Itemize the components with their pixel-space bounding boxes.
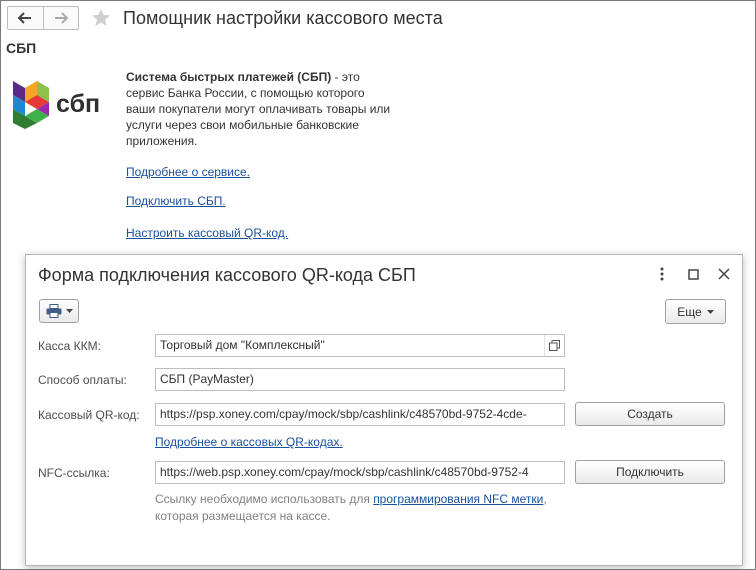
create-button[interactable]: Создать [575, 402, 725, 426]
more-button-label: Еще [677, 304, 702, 319]
back-button[interactable] [8, 7, 43, 29]
back-arrow-icon [18, 12, 32, 24]
sbp-logo-mark: сбп [13, 81, 100, 129]
chevron-down-icon [706, 309, 714, 314]
dialog-title: Форма подключения кассового QR-кода СБП [38, 265, 416, 285]
kkm-field[interactable]: Торговый дом "Комплексный" [155, 334, 565, 357]
payment-method-field[interactable]: СБП (PayMaster) [155, 368, 565, 391]
maximize-icon [687, 268, 699, 280]
connect-sbp-link[interactable]: Подключить СБП. [126, 194, 226, 208]
close-icon [718, 268, 730, 280]
chevron-down-icon [65, 309, 73, 313]
more-button[interactable]: Еще [665, 299, 726, 324]
history-nav [7, 6, 79, 30]
connect-button[interactable]: Подключить [575, 460, 725, 484]
dialog-close-button[interactable] [715, 265, 733, 283]
page-title: Помощник настройки кассового места [123, 8, 443, 28]
sbp-logo: сбп [11, 75, 116, 131]
favorite-button[interactable] [89, 6, 113, 30]
qr-code-field[interactable]: https://psp.xoney.com/cpay/mock/sbp/cash… [155, 403, 565, 426]
nfc-link-field[interactable]: https://web.psp.xoney.com/cpay/mock/sbp/… [155, 461, 565, 484]
forward-arrow-icon [54, 12, 68, 24]
qr-connection-dialog: Форма подключения кассового QR-кода СБП … [25, 254, 743, 566]
qr-codes-more-link[interactable]: Подробнее о кассовых QR-кодах. [155, 435, 343, 449]
logo-text: сбп [56, 90, 100, 118]
qr-code-value: https://psp.xoney.com/cpay/mock/sbp/cash… [160, 407, 527, 421]
print-button[interactable] [39, 299, 79, 323]
qr-code-label: Кассовый QR-код: [38, 408, 140, 422]
section-title: СБП [6, 40, 37, 56]
kkm-open-button[interactable] [544, 335, 564, 356]
dialog-maximize-button[interactable] [684, 265, 702, 283]
hint-text-before: Ссылку необходимо использовать для [155, 492, 374, 506]
payment-method-value: СБП (PayMaster) [160, 372, 254, 386]
dialog-menu-button[interactable] [653, 265, 671, 283]
nfc-hint: Ссылку необходимо использовать для прогр… [155, 491, 555, 525]
kkm-label: Касса ККМ: [38, 339, 101, 353]
setup-qr-link[interactable]: Настроить кассовый QR-код. [126, 226, 288, 240]
description-bold: Система быстрых платежей (СБП) [126, 70, 332, 84]
more-about-link[interactable]: Подробнее о сервисе. [126, 165, 250, 179]
payment-method-label: Способ оплаты: [38, 373, 127, 387]
kkm-value: Торговый дом "Комплексный" [160, 338, 325, 352]
kebab-menu-icon [660, 267, 664, 281]
nfc-link-value: https://web.psp.xoney.com/cpay/mock/sbp/… [160, 465, 529, 479]
star-icon [92, 9, 110, 26]
printer-icon [46, 304, 61, 318]
open-icon [549, 340, 560, 351]
nfc-link-label: NFC-ссылка: [38, 466, 110, 480]
nfc-programming-link[interactable]: программирования NFC метки [373, 492, 543, 506]
forward-button[interactable] [42, 7, 79, 29]
sbp-description: Система быстрых платежей (СБП) - это сер… [126, 69, 396, 149]
